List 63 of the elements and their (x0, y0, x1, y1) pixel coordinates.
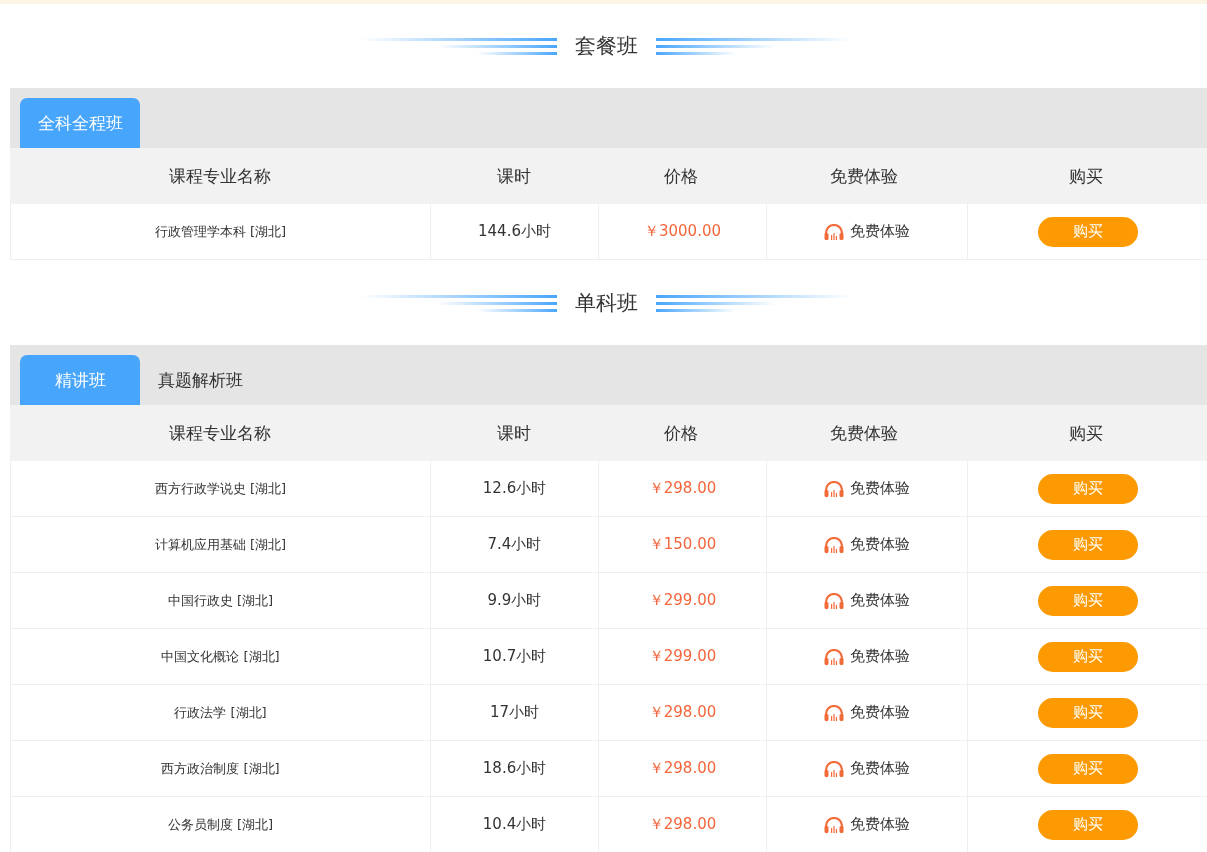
headphones-icon (824, 816, 844, 833)
table-cell: 计算机应用基础 [湖北] (10, 517, 431, 572)
table-cell: 行政管理学本科 [湖北] (10, 204, 431, 259)
table-cell: 10.7小时 (431, 629, 599, 684)
table-cell: 中国文化概论 [湖北] (10, 629, 431, 684)
buy-button[interactable]: 购买 (1037, 529, 1138, 560)
column-header: 购买 (1067, 164, 1104, 188)
table-cell: 中国行政史 [湖北] (10, 573, 431, 628)
buy-button[interactable]: 购买 (1037, 809, 1138, 840)
column-header: 课时 (495, 421, 532, 445)
free-trial-link[interactable]: 免费体验 (824, 591, 910, 610)
table-cell: 18.6小时 (431, 741, 599, 796)
column-header: 课时 (495, 164, 532, 188)
table-cell: 西方行政学说史 [湖北] (10, 461, 431, 516)
table-cell: ￥150.00 (599, 517, 767, 572)
section-title: 套餐班 (575, 33, 638, 60)
headphones-icon (824, 480, 844, 497)
tab[interactable]: 真题解析班 (140, 355, 260, 405)
table-cell: ￥298.00 (599, 685, 767, 740)
tab[interactable]: 精讲班 (20, 355, 140, 405)
buy-button[interactable]: 购买 (1037, 585, 1138, 616)
buy-button[interactable]: 购买 (1037, 753, 1138, 784)
headphones-icon (824, 760, 844, 777)
free-trial-link[interactable]: 免费体验 (824, 647, 910, 666)
table-cell: ￥298.00 (599, 797, 767, 852)
column-header: 购买 (1067, 421, 1104, 445)
table-cell: 公务员制度 [湖北] (10, 797, 431, 852)
free-trial-link[interactable]: 免费体验 (824, 815, 910, 834)
headphones-icon (824, 648, 844, 665)
table-cell: 西方政治制度 [湖北] (10, 741, 431, 796)
section-title: 单科班 (575, 289, 638, 317)
table-cell: ￥3000.00 (599, 204, 767, 259)
table-cell: ￥298.00 (599, 741, 767, 796)
table-cell: 行政法学 [湖北] (10, 685, 431, 740)
table-cell: 10.4小时 (431, 797, 599, 852)
table-cell: 9.9小时 (431, 573, 599, 628)
table-cell: 144.6小时 (431, 204, 599, 259)
column-header: 价格 (662, 421, 699, 445)
table-cell: ￥299.00 (599, 573, 767, 628)
buy-button[interactable]: 购买 (1037, 473, 1138, 504)
column-header: 免费体验 (829, 421, 899, 445)
table-cell: ￥299.00 (599, 629, 767, 684)
table-cell: ￥298.00 (599, 461, 767, 516)
table-cell: 17小时 (431, 685, 599, 740)
free-trial-link[interactable]: 免费体验 (824, 222, 910, 241)
column-header: 课程专业名称 (168, 164, 272, 188)
column-header: 价格 (662, 164, 699, 188)
buy-button[interactable]: 购买 (1037, 641, 1138, 672)
headphones-icon (824, 223, 844, 240)
buy-button[interactable]: 购买 (1037, 216, 1138, 247)
free-trial-link[interactable]: 免费体验 (824, 759, 910, 778)
free-trial-link[interactable]: 免费体验 (824, 703, 910, 722)
headphones-icon (824, 704, 844, 721)
table-cell: 12.6小时 (431, 461, 599, 516)
free-trial-link[interactable]: 免费体验 (824, 479, 910, 498)
tab[interactable]: 全科全程班 (20, 98, 140, 148)
headphones-icon (824, 536, 844, 553)
buy-button[interactable]: 购买 (1037, 697, 1138, 728)
column-header: 课程专业名称 (168, 421, 272, 445)
free-trial-link[interactable]: 免费体验 (824, 535, 910, 554)
column-header: 免费体验 (829, 164, 899, 188)
table-cell: 7.4小时 (431, 517, 599, 572)
headphones-icon (824, 592, 844, 609)
